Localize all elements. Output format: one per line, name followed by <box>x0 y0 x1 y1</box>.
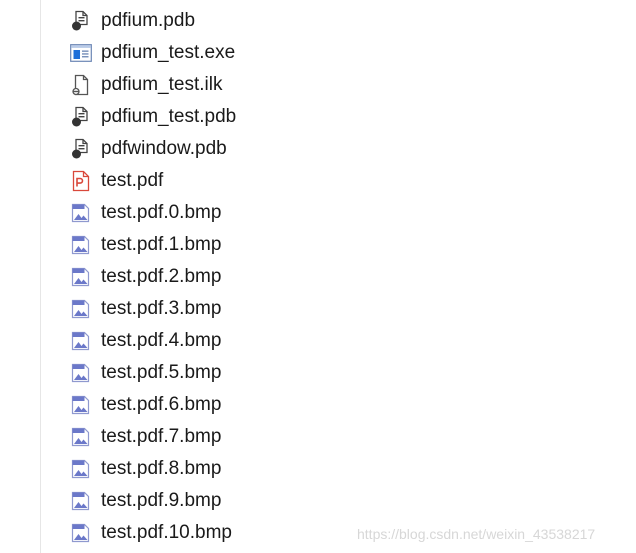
file-name: pdfium_test.ilk <box>101 74 223 95</box>
file-name: pdfium_test.pdb <box>101 106 237 127</box>
file-name: pdfium_test.exe <box>101 42 236 63</box>
bmp-file-icon <box>70 202 94 224</box>
file-row[interactable]: test.pdf <box>0 165 636 197</box>
file-name: test.pdf.0.bmp <box>101 202 222 223</box>
bmp-file-icon <box>70 522 94 544</box>
bmp-file-icon <box>70 490 94 512</box>
file-row[interactable]: test.pdf.8.bmp <box>0 453 636 485</box>
bmp-file-icon <box>70 458 94 480</box>
file-row[interactable]: test.pdf.9.bmp <box>0 485 636 517</box>
pdb-file-icon <box>70 10 94 32</box>
file-name: test.pdf.1.bmp <box>101 234 222 255</box>
file-name: test.pdf.4.bmp <box>101 330 222 351</box>
file-name: test.pdf.6.bmp <box>101 394 222 415</box>
file-list: pdfium.pdb pdfium_test.exe pdfium_test.i… <box>0 5 636 549</box>
pdb-file-icon <box>70 138 94 160</box>
file-name: test.pdf.10.bmp <box>101 522 232 543</box>
file-row[interactable]: test.pdf.1.bmp <box>0 229 636 261</box>
file-row[interactable]: pdfwindow.pdb <box>0 133 636 165</box>
pdf-file-icon <box>70 170 94 192</box>
file-name: test.pdf.2.bmp <box>101 266 222 287</box>
bmp-file-icon <box>70 362 94 384</box>
file-name: test.pdf.3.bmp <box>101 298 222 319</box>
file-name: pdfwindow.pdb <box>101 138 227 159</box>
file-row[interactable]: pdfium_test.ilk <box>0 69 636 101</box>
ilk-file-icon <box>70 74 94 96</box>
file-row[interactable]: pdfium_test.pdb <box>0 101 636 133</box>
file-name: test.pdf.5.bmp <box>101 362 222 383</box>
file-row[interactable]: test.pdf.3.bmp <box>0 293 636 325</box>
file-name: pdfium.pdb <box>101 10 196 31</box>
bmp-file-icon <box>70 394 94 416</box>
file-name: test.pdf.9.bmp <box>101 490 222 511</box>
pdb-file-icon <box>70 106 94 128</box>
bmp-file-icon <box>70 426 94 448</box>
file-row[interactable]: test.pdf.6.bmp <box>0 389 636 421</box>
file-name: test.pdf.8.bmp <box>101 458 222 479</box>
file-name: test.pdf <box>101 170 164 191</box>
file-name: test.pdf.7.bmp <box>101 426 222 447</box>
file-row[interactable]: test.pdf.7.bmp <box>0 421 636 453</box>
bmp-file-icon <box>70 330 94 352</box>
file-row[interactable]: test.pdf.0.bmp <box>0 197 636 229</box>
bmp-file-icon <box>70 234 94 256</box>
file-row[interactable]: pdfium.pdb <box>0 5 636 37</box>
exe-file-icon <box>70 42 94 64</box>
watermark-text: https://blog.csdn.net/weixin_43538217 <box>357 526 596 542</box>
file-row[interactable]: pdfium_test.exe <box>0 37 636 69</box>
file-row[interactable]: test.pdf.4.bmp <box>0 325 636 357</box>
file-row[interactable]: test.pdf.2.bmp <box>0 261 636 293</box>
bmp-file-icon <box>70 298 94 320</box>
bmp-file-icon <box>70 266 94 288</box>
file-row[interactable]: test.pdf.5.bmp <box>0 357 636 389</box>
